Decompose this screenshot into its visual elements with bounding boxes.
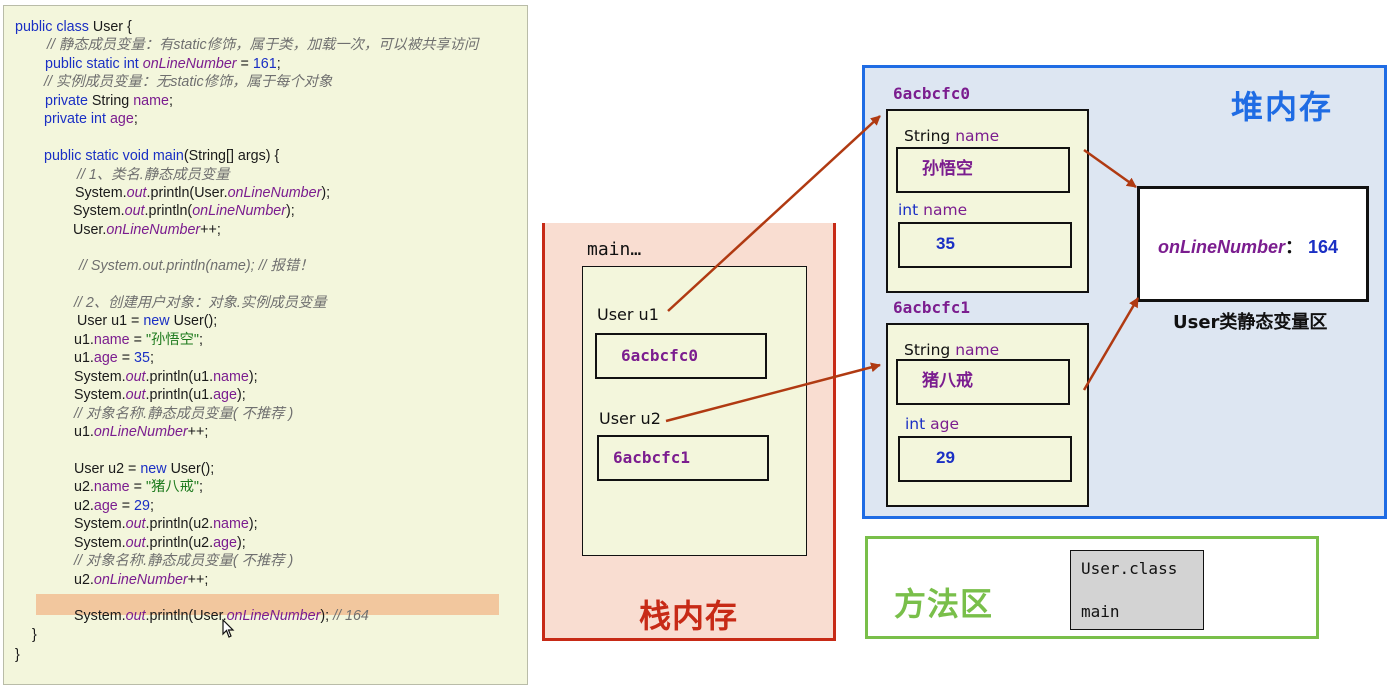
object2-to-static-arrow: [1082, 297, 1140, 391]
u2-to-object2-arrow: [665, 362, 881, 423]
object1-to-static-arrow: [1083, 148, 1137, 189]
u1-to-object1-arrow: [667, 115, 881, 312]
reference-arrows: [665, 115, 1140, 423]
